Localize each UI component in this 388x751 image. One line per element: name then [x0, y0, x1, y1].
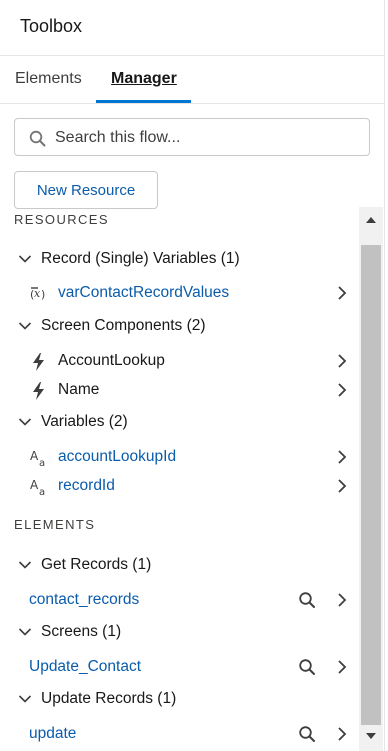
svg-text:x: x	[34, 287, 41, 300]
toolbox-title: Toolbox	[20, 16, 83, 36]
svg-text:a: a	[39, 458, 45, 468]
chevron-right-icon[interactable]	[336, 449, 348, 465]
resource-item-accountlookup[interactable]: AccountLookup	[0, 349, 358, 375]
svg-text:): )	[41, 288, 45, 301]
group-label: Variables (2)	[41, 413, 128, 430]
resources-heading: RESOURCES	[14, 212, 109, 227]
chevron-right-icon[interactable]	[336, 382, 348, 398]
search-icon[interactable]	[298, 591, 316, 609]
search-box[interactable]	[14, 118, 370, 156]
group-label: Screens (1)	[41, 623, 122, 640]
item-label: Update_Contact	[29, 658, 142, 675]
tab-bar: Elements Manager	[0, 56, 385, 104]
tab-elements[interactable]: Elements	[15, 70, 82, 88]
text-variable-icon: A a	[30, 449, 45, 468]
svg-text:a: a	[39, 487, 45, 497]
lightning-bolt-icon	[33, 382, 44, 400]
group-label: Get Records (1)	[41, 556, 152, 573]
new-resource-button[interactable]: New Resource	[14, 171, 158, 209]
chevron-right-icon[interactable]	[336, 726, 348, 742]
search-icon	[29, 130, 46, 147]
svg-text:A: A	[30, 478, 39, 492]
active-tab-indicator	[96, 100, 191, 103]
item-label: varContactRecordValues	[58, 284, 230, 301]
svg-text:A: A	[30, 449, 39, 463]
resource-item-recordid[interactable]: A a recordId	[0, 474, 358, 500]
chevron-down-icon	[18, 418, 32, 426]
chevron-down-icon	[18, 322, 32, 330]
text-variable-icon: A a	[30, 478, 45, 497]
chevron-down-icon	[18, 255, 32, 263]
element-item-update[interactable]: update	[0, 722, 358, 748]
toolbox-panel: Toolbox Elements Manager New Resource RE…	[0, 0, 385, 751]
item-label: update	[29, 725, 77, 742]
tab-manager[interactable]: Manager	[111, 70, 177, 88]
elements-heading: ELEMENTS	[14, 517, 96, 532]
element-item-update-contact[interactable]: Update_Contact	[0, 655, 358, 681]
resource-item-accountlookupid[interactable]: A a accountLookupId	[0, 445, 358, 471]
chevron-down-icon	[18, 561, 32, 569]
element-item-contact-records[interactable]: contact_records	[0, 588, 358, 614]
resource-list[interactable]: RESOURCES Record (Single) Variables (1) …	[0, 207, 358, 751]
group-label: Screen Components (2)	[41, 317, 206, 334]
item-label: AccountLookup	[58, 352, 165, 369]
chevron-down-icon	[18, 628, 32, 636]
item-label: Name	[58, 381, 100, 398]
group-label: Record (Single) Variables (1)	[41, 250, 240, 267]
chevron-right-icon[interactable]	[336, 285, 348, 301]
vertical-scrollbar[interactable]	[359, 207, 383, 751]
search-input[interactable]	[53, 126, 357, 150]
search-icon[interactable]	[298, 658, 316, 676]
scroll-up-arrow-icon[interactable]	[365, 215, 377, 225]
scrollbar-thumb[interactable]	[361, 245, 381, 725]
item-label: contact_records	[29, 591, 140, 608]
record-variable-icon: ( x )	[30, 287, 45, 301]
search-icon[interactable]	[298, 725, 316, 743]
chevron-right-icon[interactable]	[336, 478, 348, 494]
chevron-right-icon[interactable]	[336, 659, 348, 675]
scroll-down-arrow-icon[interactable]	[365, 731, 377, 741]
chevron-right-icon[interactable]	[336, 353, 348, 369]
group-label: Update Records (1)	[41, 690, 177, 707]
item-label: recordId	[58, 477, 115, 494]
resource-item-name[interactable]: Name	[0, 378, 358, 404]
chevron-right-icon[interactable]	[336, 592, 348, 608]
toolbox-header: Toolbox	[0, 0, 385, 56]
item-label: accountLookupId	[58, 448, 177, 465]
lightning-bolt-icon	[33, 353, 44, 371]
chevron-down-icon	[18, 695, 32, 703]
resource-item-varcontactrecordvalues[interactable]: ( x ) varContactRecordValues	[0, 281, 358, 307]
